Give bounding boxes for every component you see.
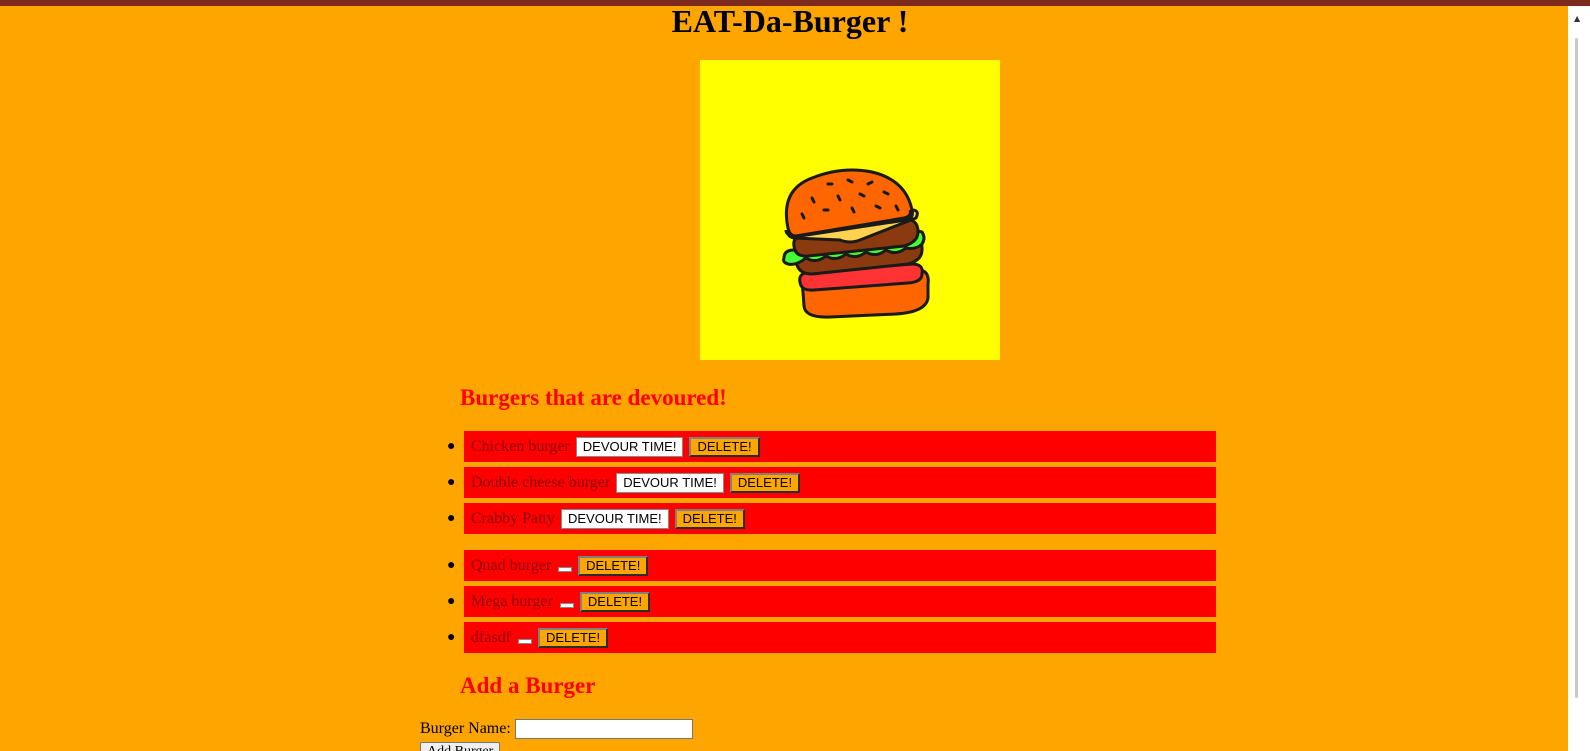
burger-image [700, 60, 1000, 360]
burger-name: Double cheese burger [471, 474, 611, 491]
burger-name: Crabby Patty [471, 510, 555, 527]
empty-button[interactable] [559, 602, 574, 608]
bullet-dot-icon: ● [447, 439, 456, 454]
delete-button[interactable]: DELETE! [689, 437, 760, 458]
list-item: ● Crabby Patty DEVOUR TIME! DELETE! [447, 503, 1216, 534]
add-burger-button[interactable]: Add Burger [420, 742, 501, 751]
add-burger-form: Burger Name: Add Burger [420, 719, 693, 751]
scrollbar-thumb[interactable] [1575, 38, 1578, 698]
empty-button[interactable] [517, 638, 532, 644]
burger-name: Mega burger [471, 593, 553, 610]
burger-name-input[interactable] [514, 719, 693, 739]
vertical-scrollbar[interactable]: ▲ [1568, 6, 1590, 751]
devour-button[interactable]: DEVOUR TIME! [616, 473, 724, 494]
burger-name: Chicken burger [471, 438, 570, 455]
devour-button[interactable]: DEVOUR TIME! [575, 437, 684, 458]
devour-button[interactable]: DEVOUR TIME! [561, 509, 669, 530]
delete-button[interactable]: DELETE! [537, 628, 609, 649]
burger-illustration-icon [782, 168, 930, 319]
bullet-dot-icon: ● [447, 511, 456, 526]
delete-button[interactable]: DELETE! [674, 509, 745, 530]
empty-button[interactable] [558, 566, 573, 572]
bullet-dot-icon: ● [447, 594, 456, 609]
bullet-dot-icon: ● [447, 558, 456, 573]
burger-name: dfasdf [471, 629, 511, 646]
devoured-section-heading: Burgers that are devoured! [460, 385, 727, 410]
list-item: ● Mega burger DELETE! [447, 586, 1216, 617]
add-burger-heading: Add a Burger [460, 673, 596, 698]
delete-button[interactable]: DELETE! [578, 556, 649, 577]
list-item: ● Double cheese burger DEVOUR TIME! DELE… [447, 467, 1216, 498]
list-item: ● dfasdf DELETE! [447, 622, 1216, 653]
burger-list-undevoured: ● Chicken burger DEVOUR TIME! DELETE! ● … [447, 431, 1216, 539]
list-item: ● Chicken burger DEVOUR TIME! DELETE! [447, 431, 1216, 462]
bullet-dot-icon: ● [447, 630, 456, 645]
bullet-dot-icon: ● [447, 475, 456, 490]
delete-button[interactable]: DELETE! [579, 592, 651, 613]
page-title: EAT-Da-Burger ! [671, 3, 909, 39]
burger-list-devoured: ● Quad burger DELETE! ● Mega burger DELE… [447, 550, 1216, 658]
list-item: ● Quad burger DELETE! [447, 550, 1216, 581]
delete-button[interactable]: DELETE! [729, 473, 801, 494]
burger-name: Quad burger [471, 557, 552, 574]
burger-name-label: Burger Name: [420, 720, 511, 737]
